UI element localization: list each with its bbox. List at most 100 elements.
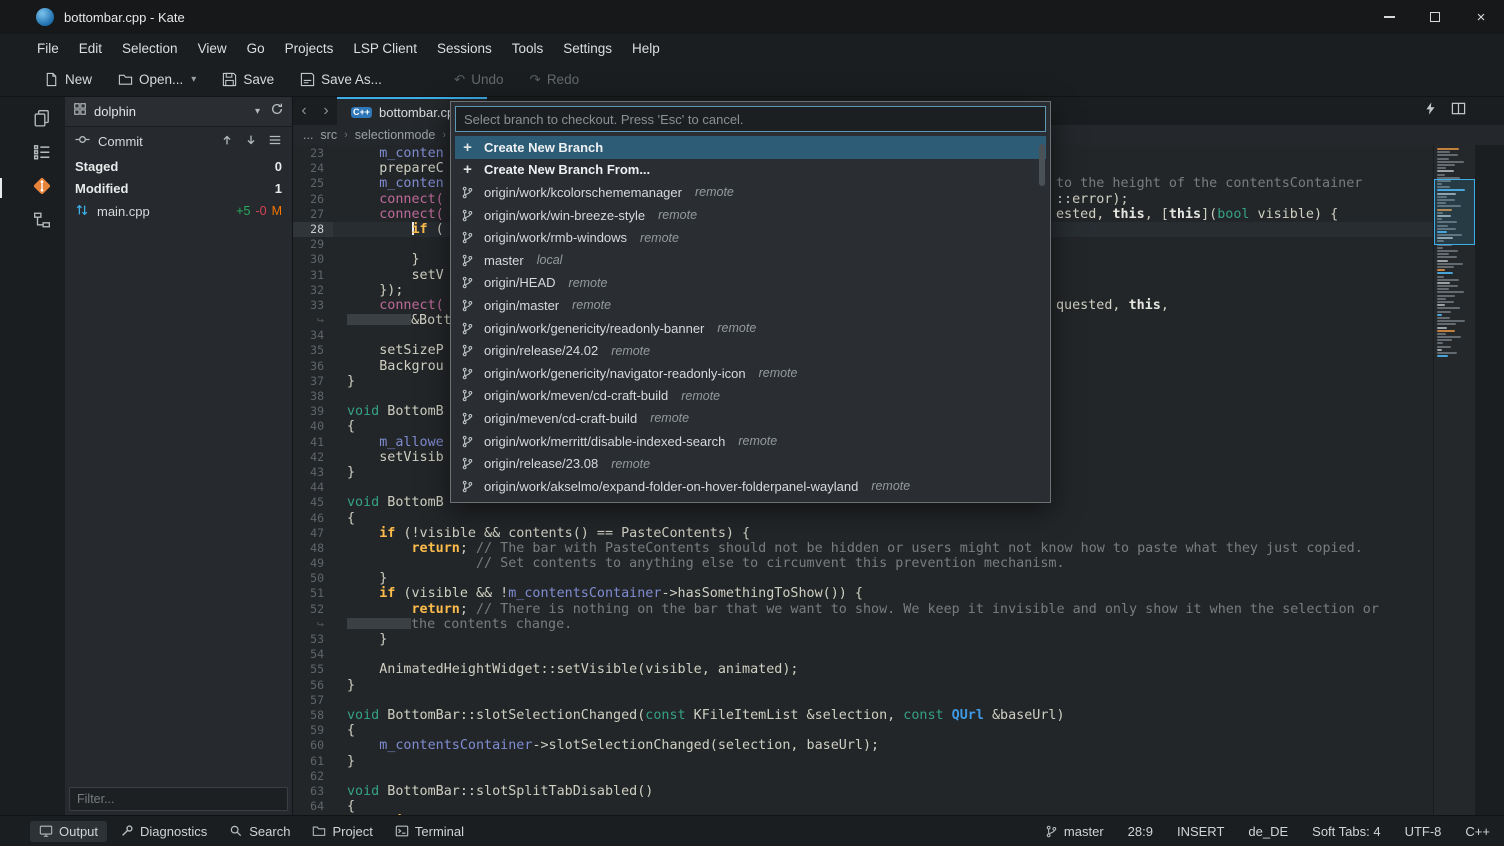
filter-input[interactable] xyxy=(69,787,288,811)
code-line-53[interactable]: 53 } xyxy=(293,632,1433,647)
branch-option[interactable]: origin/HEAD remote xyxy=(455,272,1046,295)
branch-name: origin/release/24.02 xyxy=(484,343,599,359)
code-line-58[interactable]: 58 void BottomBar::slotSelectionChanged(c… xyxy=(293,708,1433,723)
branch-option[interactable]: origin/work/win-breeze-style remote xyxy=(455,204,1046,227)
branch-option[interactable]: origin/work/genericity/navigator-readonl… xyxy=(455,362,1046,385)
code-line-63[interactable]: 63 void BottomBar::slotSplitTabDisabled() xyxy=(293,784,1433,799)
forward-button[interactable]: › xyxy=(315,97,337,125)
code-line-46[interactable]: 46 { xyxy=(293,511,1433,526)
branch-action[interactable]: + Create New Branch xyxy=(455,136,1046,159)
menu-edit[interactable]: Edit xyxy=(70,38,111,59)
code-line-48[interactable]: 48 return; // The bar with PasteContents… xyxy=(293,541,1433,556)
code-text: switch (contents()) { xyxy=(333,814,1433,815)
menu-selection[interactable]: Selection xyxy=(113,38,187,59)
branch-option[interactable]: origin/master remote xyxy=(455,294,1046,317)
pull-icon[interactable] xyxy=(244,133,258,150)
branch-option[interactable]: origin/release/24.02 remote xyxy=(455,339,1046,362)
statusbar-branch[interactable]: master xyxy=(1045,824,1104,839)
branch-option[interactable]: origin/work/merritt/disable-indexed-sear… xyxy=(455,430,1046,453)
code-line-57[interactable]: 57 xyxy=(293,693,1433,708)
code-line-65[interactable]: 65 switch (contents()) { xyxy=(293,814,1433,815)
maximize-button[interactable] xyxy=(1412,0,1458,34)
menu-file[interactable]: File xyxy=(28,38,68,59)
documents-tool-button[interactable] xyxy=(27,107,57,133)
menu-projects[interactable]: Projects xyxy=(276,38,343,59)
branch-option[interactable]: origin/work/genericity/readonly-banner re… xyxy=(455,317,1046,340)
code-line-51[interactable]: 51 if (visible && !m_contentsContainer->… xyxy=(293,586,1433,601)
pane-label: Terminal xyxy=(414,823,465,839)
project-selector[interactable]: dolphin ▾ xyxy=(65,97,292,127)
input-mode[interactable]: INSERT xyxy=(1177,824,1224,839)
quick-actions-icon[interactable] xyxy=(1424,101,1437,121)
menu-sessions[interactable]: Sessions xyxy=(428,38,501,59)
statusbar-pane-terminal[interactable]: Terminal xyxy=(386,821,473,842)
statusbar-pane-project[interactable]: Project xyxy=(303,821,381,842)
split-view-icon[interactable] xyxy=(1451,101,1466,121)
code-line-60[interactable]: 60 m_contentsContainer->slotSelectionCha… xyxy=(293,738,1433,753)
menu-tools[interactable]: Tools xyxy=(503,38,553,59)
code-line-59[interactable]: 59 { xyxy=(293,723,1433,738)
save-as-button[interactable]: Save As... xyxy=(290,68,392,91)
back-button[interactable]: ‹ xyxy=(293,97,315,125)
popup-scrollbar[interactable] xyxy=(1039,144,1045,186)
save-button[interactable]: Save xyxy=(212,68,284,91)
breadcrumb-item[interactable]: selectionmode xyxy=(355,128,436,142)
minimap[interactable] xyxy=(1433,145,1475,815)
menu-lsp-client[interactable]: LSP Client xyxy=(344,38,426,59)
breadcrumb-item[interactable]: src xyxy=(320,128,337,142)
code-line-62[interactable]: 62 xyxy=(293,769,1433,784)
code-line-49[interactable]: 49 // Set contents to anything else to c… xyxy=(293,556,1433,571)
git-tool-button[interactable] xyxy=(0,175,57,201)
statusbar-pane-search[interactable]: Search xyxy=(220,821,299,842)
menu-settings[interactable]: Settings xyxy=(554,38,621,59)
menu-help[interactable]: Help xyxy=(623,38,669,59)
branch-option[interactable]: origin/meven/cd-craft-build remote xyxy=(455,407,1046,430)
code-line-54[interactable]: 54 xyxy=(293,647,1433,662)
code-line-61[interactable]: 61} xyxy=(293,754,1433,769)
branch-option[interactable]: origin/work/kcolorschememanager remote xyxy=(455,181,1046,204)
staged-section[interactable]: Staged 0 xyxy=(65,155,292,177)
new-button[interactable]: New xyxy=(34,68,102,91)
statusbar-pane-diagnostics[interactable]: Diagnostics xyxy=(111,821,216,842)
code-line-52[interactable]: 52 return; // There is nothing on the ba… xyxy=(293,602,1433,617)
tab-mode[interactable]: Soft Tabs: 4 xyxy=(1312,824,1380,839)
encoding[interactable]: UTF-8 xyxy=(1405,824,1442,839)
branch-action[interactable]: + Create New Branch From... xyxy=(455,159,1046,182)
statusbar-pane-output[interactable]: Output xyxy=(30,820,108,842)
code-line-50[interactable]: 50 } xyxy=(293,571,1433,586)
dictionary[interactable]: de_DE xyxy=(1248,824,1288,839)
branch-filter-input[interactable] xyxy=(455,106,1046,132)
push-icon[interactable] xyxy=(220,133,234,150)
modified-file-row[interactable]: main.cpp +5 -0 M xyxy=(65,199,292,223)
branch-option[interactable]: origin/work/rmb-windows remote xyxy=(455,226,1046,249)
code-line-56[interactable]: 56} xyxy=(293,678,1433,693)
branch-option[interactable]: origin/work/meven/cd-craft-build remote xyxy=(455,385,1046,408)
menu-go[interactable]: Go xyxy=(238,38,274,59)
redo-button[interactable]: ↷ Redo xyxy=(520,68,590,92)
code-text: m_contentsContainer->slotSelectionChange… xyxy=(379,738,880,754)
filesystem-tool-button[interactable] xyxy=(27,209,57,235)
language-mode[interactable]: C++ xyxy=(1465,824,1490,839)
menu-icon[interactable] xyxy=(268,133,282,150)
minimap-viewport[interactable] xyxy=(1434,179,1475,245)
open-button[interactable]: Open... ▾ xyxy=(108,68,206,91)
commit-button[interactable]: Commit xyxy=(65,127,292,155)
close-button[interactable]: × xyxy=(1458,0,1504,34)
undo-button[interactable]: ↶ Undo xyxy=(444,68,514,92)
minimize-button[interactable] xyxy=(1366,0,1412,34)
code-line-47[interactable]: 47 if (!visible && contents() == PasteCo… xyxy=(293,526,1433,541)
cursor-position[interactable]: 28:9 xyxy=(1128,824,1153,839)
projects-tool-button[interactable] xyxy=(27,141,57,167)
code-line-64[interactable]: 64 { xyxy=(293,799,1433,814)
code-line-wrap[interactable]: ↪ the contents change. xyxy=(293,617,1433,632)
modified-section[interactable]: Modified 1 xyxy=(65,177,292,199)
branch-option[interactable]: origin/work/akselmo/expand-folder-on-hov… xyxy=(455,475,1046,498)
chevron-down-icon[interactable]: ▾ xyxy=(255,106,260,117)
breadcrumb-ellipsis[interactable]: ... xyxy=(303,128,313,142)
branch-option[interactable]: master local xyxy=(455,249,1046,272)
window-controls: × xyxy=(1366,0,1504,34)
refresh-icon[interactable] xyxy=(270,102,284,121)
branch-option[interactable]: origin/release/23.08 remote xyxy=(455,452,1046,475)
menu-view[interactable]: View xyxy=(189,38,236,59)
code-line-55[interactable]: 55 AnimatedHeightWidget::setVisible(visi… xyxy=(293,662,1433,677)
